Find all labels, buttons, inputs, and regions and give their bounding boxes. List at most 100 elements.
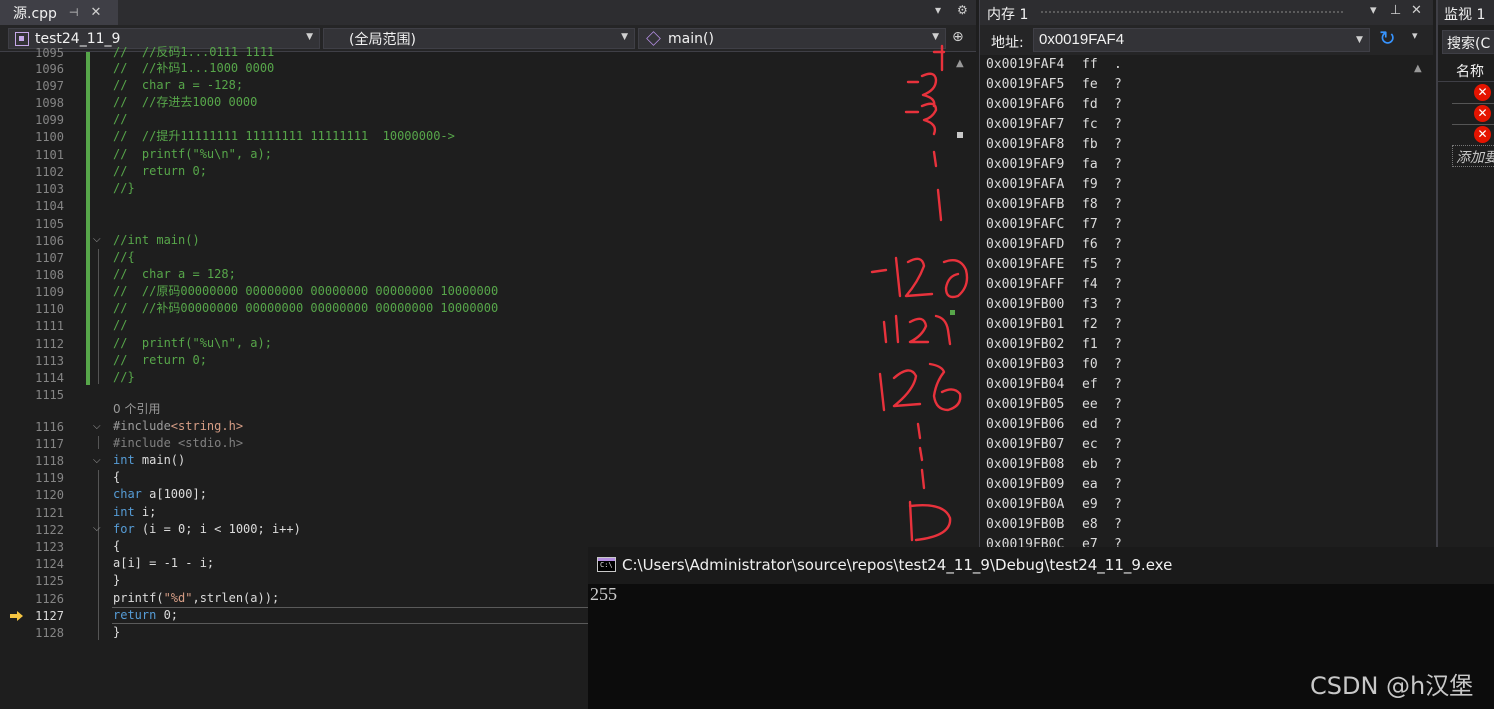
pin-icon[interactable]: ⊣ bbox=[69, 6, 79, 19]
memory-byte[interactable]: fb bbox=[1082, 137, 1114, 152]
line-number: 1103 bbox=[35, 182, 64, 196]
split-window-icon[interactable]: ⊕ bbox=[952, 29, 964, 45]
memory-byte[interactable]: fe bbox=[1082, 77, 1114, 92]
memory-row[interactable]: 0x0019FAFF f4? bbox=[986, 277, 1122, 297]
memory-byte[interactable]: ea bbox=[1082, 477, 1114, 492]
watch-search-input[interactable]: 搜索(C bbox=[1442, 30, 1494, 54]
memory-byte[interactable]: f7 bbox=[1082, 217, 1114, 232]
codelens-references[interactable]: 0 个引用 bbox=[113, 401, 160, 418]
memory-row[interactable]: 0x0019FAFA f9? bbox=[986, 177, 1122, 197]
chevron-down-icon: ▼ bbox=[621, 32, 628, 42]
line-number: 1124 bbox=[35, 557, 64, 571]
console-icon-label: C:\ bbox=[600, 561, 613, 569]
tab-source-cpp[interactable]: 源.cpp ⊣ ✕ bbox=[0, 0, 118, 25]
code-text: a[1000]; bbox=[141, 487, 207, 501]
memory-row[interactable]: 0x0019FB02 f1? bbox=[986, 337, 1122, 357]
memory-row[interactable]: 0x0019FB0A e9? bbox=[986, 497, 1122, 517]
memory-byte[interactable]: ed bbox=[1082, 417, 1114, 432]
memory-byte[interactable]: e8 bbox=[1082, 517, 1114, 532]
memory-byte[interactable]: fd bbox=[1082, 97, 1114, 112]
memory-byte[interactable]: f0 bbox=[1082, 357, 1114, 372]
memory-scrollbar[interactable]: ▲ bbox=[1408, 57, 1430, 547]
memory-row[interactable]: 0x0019FAF6 fd? bbox=[986, 97, 1122, 117]
chevron-down-icon: ▼ bbox=[306, 32, 313, 42]
memory-byte[interactable]: f2 bbox=[1082, 317, 1114, 332]
scope-dropdown[interactable]: (全局范围) ▼ bbox=[323, 28, 635, 49]
code-line: // return 0; bbox=[113, 353, 207, 367]
scroll-thumb[interactable] bbox=[957, 132, 963, 138]
memory-row[interactable]: 0x0019FAF4 ff. bbox=[986, 57, 1122, 77]
scroll-up-icon[interactable]: ▲ bbox=[1414, 63, 1422, 74]
address-label: 地址: bbox=[991, 35, 1024, 51]
memory-row[interactable]: 0x0019FB04 ef? bbox=[986, 377, 1122, 397]
fold-toggle-icon[interactable]: ⌵ bbox=[93, 234, 101, 245]
close-icon[interactable]: ✕ bbox=[91, 5, 102, 20]
chevron-down-icon[interactable]: ▼ bbox=[1356, 35, 1363, 45]
memory-row[interactable]: 0x0019FB0B e8? bbox=[986, 517, 1122, 537]
memory-byte[interactable]: f4 bbox=[1082, 277, 1114, 292]
memory-byte[interactable]: e7 bbox=[1082, 537, 1114, 547]
code-line: #include<string.h> bbox=[113, 418, 243, 435]
code-line: // //补码00000000 00000000 00000000 000000… bbox=[113, 301, 499, 315]
memory-byte[interactable]: fc bbox=[1082, 117, 1114, 132]
memory-row[interactable]: 0x0019FAFC f7? bbox=[986, 217, 1122, 237]
code-text: ,strlen(a)); bbox=[192, 591, 280, 605]
options-dropdown-icon[interactable]: ▾ bbox=[1412, 29, 1418, 42]
gear-icon[interactable]: ⚙ bbox=[957, 3, 968, 17]
memory-char: ? bbox=[1114, 197, 1122, 212]
watch-window-title-bar[interactable]: 监视 1 bbox=[1438, 0, 1494, 25]
function-dropdown[interactable]: main() ▼ bbox=[638, 28, 946, 49]
memory-byte[interactable]: e9 bbox=[1082, 497, 1114, 512]
memory-row[interactable]: 0x0019FB09 ea? bbox=[986, 477, 1122, 497]
close-icon[interactable]: ✕ bbox=[1411, 3, 1422, 18]
pin-icon[interactable]: ⊥ bbox=[1390, 3, 1401, 18]
scroll-up-icon[interactable]: ▲ bbox=[956, 58, 964, 69]
fold-toggle-icon[interactable]: ⌵ bbox=[93, 523, 101, 534]
memory-byte[interactable]: ff bbox=[1082, 57, 1114, 72]
code-line: #include <stdio.h> bbox=[113, 436, 244, 450]
memory-byte[interactable]: f5 bbox=[1082, 257, 1114, 272]
add-watch-item[interactable]: 添加要 bbox=[1452, 145, 1494, 167]
memory-row[interactable]: 0x0019FAF9 fa? bbox=[986, 157, 1122, 177]
memory-byte[interactable]: f6 bbox=[1082, 237, 1114, 252]
memory-byte[interactable]: fa bbox=[1082, 157, 1114, 172]
memory-row[interactable]: 0x0019FAF7 fc? bbox=[986, 117, 1122, 137]
memory-byte[interactable]: ef bbox=[1082, 377, 1114, 392]
memory-byte[interactable]: eb bbox=[1082, 457, 1114, 472]
memory-address: 0x0019FAFF bbox=[986, 277, 1065, 292]
memory-row[interactable]: 0x0019FB05 ee? bbox=[986, 397, 1122, 417]
memory-row[interactable]: 0x0019FAF5 fe? bbox=[986, 77, 1122, 97]
console-title-bar[interactable]: C:\ C:\Users\Administrator\source\repos\… bbox=[588, 547, 1494, 584]
address-input[interactable]: 0x0019FAF4 bbox=[1033, 28, 1370, 52]
memory-row[interactable]: 0x0019FB00 f3? bbox=[986, 297, 1122, 317]
memory-byte[interactable]: f8 bbox=[1082, 197, 1114, 212]
memory-row[interactable]: 0x0019FB01 f2? bbox=[986, 317, 1122, 337]
memory-byte[interactable]: ec bbox=[1082, 437, 1114, 452]
memory-row[interactable]: 0x0019FAFE f5? bbox=[986, 257, 1122, 277]
memory-row[interactable]: 0x0019FAFD f6? bbox=[986, 237, 1122, 257]
code-line: char a[1000]; bbox=[113, 486, 207, 503]
memory-row[interactable]: 0x0019FB0C e7? bbox=[986, 537, 1122, 547]
drag-grip[interactable] bbox=[1040, 10, 1345, 15]
fold-toggle-icon[interactable]: ⌵ bbox=[93, 421, 101, 432]
memory-byte[interactable]: ee bbox=[1082, 397, 1114, 412]
memory-row[interactable]: 0x0019FAFB f8? bbox=[986, 197, 1122, 217]
window-menu-icon[interactable]: ▾ bbox=[1370, 3, 1377, 18]
memory-row[interactable]: 0x0019FB03 f0? bbox=[986, 357, 1122, 377]
fold-toggle-icon[interactable]: ⌵ bbox=[93, 455, 101, 466]
memory-window-title-bar[interactable]: 内存 1 ▾ ⊥ ✕ bbox=[980, 0, 1433, 25]
tab-list-dropdown-icon[interactable]: ▾ bbox=[935, 3, 941, 17]
memory-char: ? bbox=[1114, 497, 1122, 512]
memory-row[interactable]: 0x0019FB07 ec? bbox=[986, 437, 1122, 457]
memory-byte[interactable]: f1 bbox=[1082, 337, 1114, 352]
column-name-header[interactable]: 名称 bbox=[1456, 61, 1484, 81]
error-icon: ✕ bbox=[1474, 126, 1491, 143]
refresh-icon[interactable]: ↻ bbox=[1379, 26, 1396, 50]
memory-row[interactable]: 0x0019FB08 eb? bbox=[986, 457, 1122, 477]
keyword: for bbox=[113, 522, 135, 536]
memory-byte[interactable]: f3 bbox=[1082, 297, 1114, 312]
memory-row[interactable]: 0x0019FB06 ed? bbox=[986, 417, 1122, 437]
memory-byte[interactable]: f9 bbox=[1082, 177, 1114, 192]
memory-row[interactable]: 0x0019FAF8 fb? bbox=[986, 137, 1122, 157]
memory-content[interactable]: 0x0019FAF4 ff. 0x0019FAF5 fe? 0x0019FAF6 fd? 0… bbox=[980, 57, 1408, 547]
